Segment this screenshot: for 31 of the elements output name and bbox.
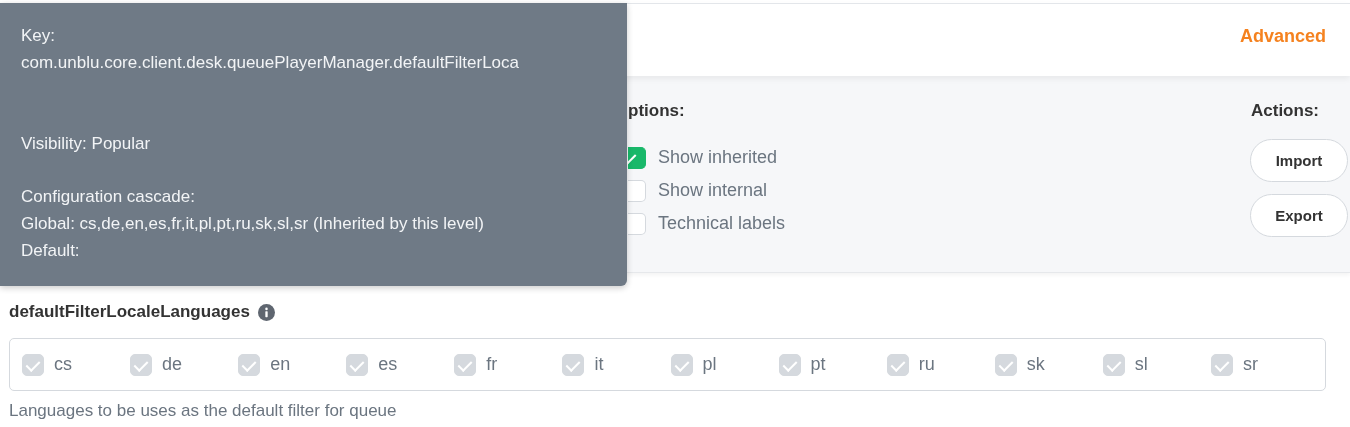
action-button[interactable]: Import (1250, 139, 1348, 182)
tooltip-text: Key: (21, 25, 57, 47)
advanced-link[interactable]: Advanced (1239, 25, 1326, 47)
language-label: cs (54, 354, 72, 375)
options-heading: ptions: (628, 101, 686, 122)
language-label: sr (1242, 354, 1258, 375)
checkbox[interactable] (628, 212, 646, 235)
option-label[interactable]: Technical labels (658, 213, 786, 234)
language-label: en (270, 354, 291, 375)
option-label[interactable]: Show inherited (658, 147, 778, 168)
actions-heading: Actions: (1251, 101, 1319, 122)
tooltip-text: Visibility: Popular (21, 133, 152, 155)
language-label: it (594, 354, 604, 375)
info-icon[interactable] (257, 303, 275, 321)
language-label: pl (702, 354, 717, 375)
language-label: sk (1026, 354, 1045, 375)
language-label: ru (918, 354, 935, 375)
action-button[interactable]: Export (1250, 194, 1348, 237)
checkbox[interactable] (628, 179, 646, 202)
option-label[interactable]: Show internal (658, 180, 768, 201)
language-label: de (162, 354, 183, 375)
tooltip-text: Default: (21, 240, 81, 262)
setting-name: defaultFilterLocaleLanguages (9, 302, 250, 322)
language-label: fr (486, 354, 498, 375)
language-label: es (378, 354, 398, 375)
tooltip-text: Global: cs,de,en,es,fr,it,pl,pt,ru,sk,sl,sr (Inherited by this level) (21, 213, 485, 235)
tooltip-text: Configuration cascade: (21, 186, 196, 208)
language-label: pt (810, 354, 826, 375)
language-label: sl (1134, 354, 1148, 375)
tooltip-text: com.unblu.core.client.desk.queuePlayerManager.defaultFilterLoca (21, 52, 520, 74)
setting-description: Languages to be uses as the default filter for queue (9, 401, 398, 421)
